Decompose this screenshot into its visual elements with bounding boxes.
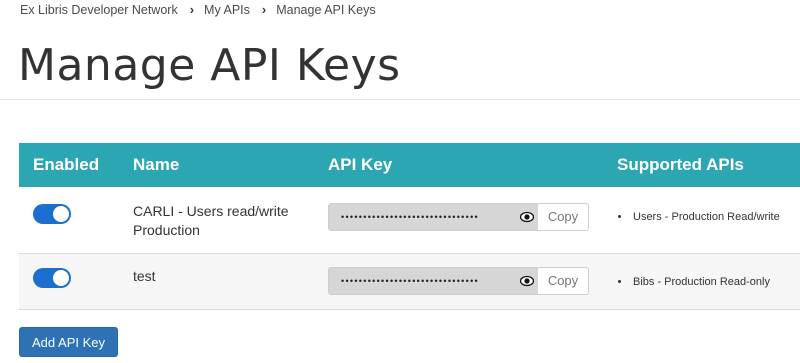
- eye-icon[interactable]: [520, 210, 534, 224]
- masked-key: •••••••••••••••••••••••••••••••: [341, 276, 479, 286]
- supported-apis-cell: Users - Production Read/write: [603, 187, 800, 254]
- masked-key: •••••••••••••••••••••••••••••••: [341, 212, 479, 222]
- table-row: test ••••••••••••••••••••••••••••••• Cop…: [19, 253, 800, 310]
- column-header-supported-apis: Supported APIs: [603, 143, 800, 187]
- table-header-row: Enabled Name API Key Supported APIs: [19, 143, 800, 187]
- toggle-knob: [53, 270, 69, 286]
- add-api-key-button[interactable]: Add API Key: [19, 327, 118, 357]
- breadcrumb: Ex Libris Developer Network › My APIs › …: [20, 2, 376, 17]
- chevron-right-icon: ›: [261, 2, 267, 17]
- key-name: test: [133, 268, 156, 284]
- api-key-cell: ••••••••••••••••••••••••••••••• Copy: [314, 187, 603, 254]
- copy-button[interactable]: Copy: [538, 268, 588, 294]
- table-row: CARLI - Users read/write Production ••••…: [19, 187, 800, 254]
- name-cell: test: [119, 253, 314, 310]
- supported-api-item: Users - Production Read/write: [631, 211, 800, 223]
- api-key-value[interactable]: •••••••••••••••••••••••••••••••: [329, 204, 538, 230]
- breadcrumb-current: Manage API Keys: [276, 2, 376, 17]
- column-header-enabled: Enabled: [19, 143, 119, 187]
- column-header-name: Name: [119, 143, 314, 187]
- eye-icon[interactable]: [520, 274, 534, 288]
- enabled-cell: [19, 253, 119, 310]
- api-key-cell: ••••••••••••••••••••••••••••••• Copy: [314, 253, 603, 310]
- api-key-field: ••••••••••••••••••••••••••••••• Copy: [328, 267, 589, 295]
- api-key-field: ••••••••••••••••••••••••••••••• Copy: [328, 203, 589, 231]
- api-key-value[interactable]: •••••••••••••••••••••••••••••••: [329, 268, 538, 294]
- enabled-cell: [19, 187, 119, 254]
- breadcrumb-developer-network[interactable]: Ex Libris Developer Network: [20, 3, 178, 17]
- enabled-toggle[interactable]: [33, 204, 71, 224]
- divider: [0, 99, 800, 100]
- supported-apis-list: Bibs - Production Read-only: [617, 254, 800, 288]
- name-cell: CARLI - Users read/write Production: [119, 187, 314, 254]
- copy-button[interactable]: Copy: [538, 204, 588, 230]
- api-keys-table: Enabled Name API Key Supported APIs CARL…: [19, 143, 800, 310]
- supported-api-item: Bibs - Production Read-only: [631, 276, 800, 288]
- chevron-right-icon: ›: [189, 2, 195, 17]
- toggle-knob: [53, 206, 69, 222]
- breadcrumb-my-apis[interactable]: My APIs: [204, 3, 250, 17]
- supported-apis-cell: Bibs - Production Read-only: [603, 253, 800, 310]
- key-name: CARLI - Users read/write Production: [133, 203, 289, 238]
- page-title: Manage API Keys: [18, 40, 401, 91]
- supported-apis-list: Users - Production Read/write: [617, 187, 800, 223]
- column-header-api-key: API Key: [314, 143, 603, 187]
- enabled-toggle[interactable]: [33, 268, 71, 288]
